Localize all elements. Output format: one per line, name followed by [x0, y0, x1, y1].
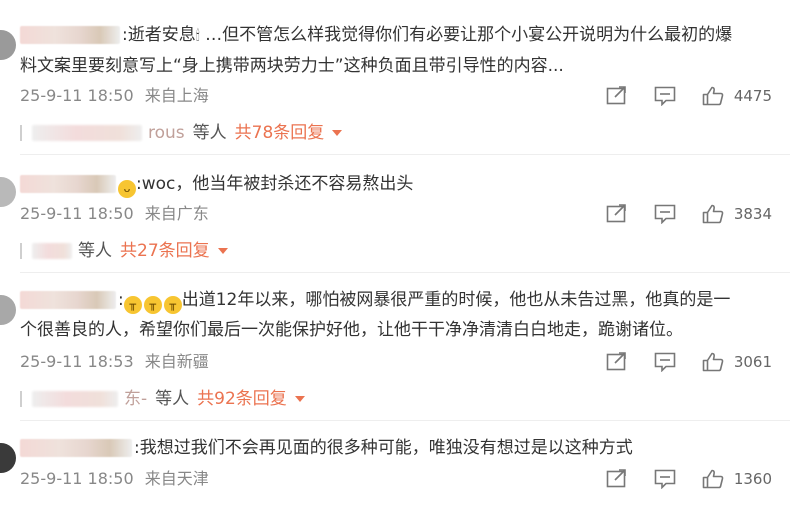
comment-item: : ╥ ╥ ╥ 出道12年以来，哪怕被网暴很严重的时候，他也从未告过黑，他真的是一 个很…	[0, 273, 790, 423]
location: 来自上海	[144, 86, 209, 105]
reply-names-blurred	[32, 243, 72, 259]
like-button[interactable]: 4475	[702, 86, 772, 106]
share-button[interactable]	[606, 469, 628, 489]
comment-icon	[654, 204, 676, 224]
crying-emoji-icon: ╥	[163, 296, 182, 314]
username-blurred[interactable]	[20, 26, 120, 44]
comment-text: : ╥ ╥ ╥ 出道12年以来，哪怕被网暴很严重的时候，他也从未告过黑，他真的是一 个很…	[20, 290, 731, 340]
reply-summary[interactable]: 东- 等人 共92条回复	[20, 386, 305, 412]
comment-icon	[654, 352, 676, 372]
comment-meta: 25-9-11 18:50 来自上海	[20, 84, 215, 108]
reply-summary[interactable]: rous 等人 共78条回复	[20, 120, 343, 146]
timestamp: 25-9-11 18:50	[20, 469, 134, 488]
share-icon	[606, 204, 626, 223]
comment-meta: 25-9-11 18:50 来自天津	[20, 467, 215, 491]
comment-icon	[654, 86, 676, 106]
comment-meta: 25-9-11 18:50 来自广东	[20, 202, 215, 226]
comment-button[interactable]	[654, 204, 676, 224]
share-button[interactable]	[606, 86, 628, 106]
like-button[interactable]: 3834	[702, 204, 772, 224]
crying-emoji-icon: ╥	[123, 296, 142, 314]
timestamp: 25-9-11 18:50	[20, 86, 134, 105]
share-icon	[606, 469, 626, 488]
like-icon	[702, 86, 724, 106]
avatar[interactable]	[0, 295, 16, 325]
location: 来自天津	[144, 469, 209, 488]
expand-caret-icon	[332, 130, 343, 136]
comment-text: :我想过我们不会再见面的很多种可能，唯独没有想过是以这种方式	[20, 433, 772, 463]
comment-button[interactable]	[654, 352, 676, 372]
reply-bar	[20, 391, 22, 407]
username-blurred[interactable]	[20, 439, 132, 457]
username-blurred[interactable]	[20, 291, 116, 309]
like-count: 3834	[733, 205, 772, 223]
avatar[interactable]	[0, 177, 16, 207]
like-icon	[702, 352, 724, 372]
emoji-icon: ᴗ	[118, 180, 136, 198]
share-button[interactable]	[606, 204, 628, 224]
reply-names-blurred	[32, 391, 118, 407]
avatar[interactable]	[0, 30, 16, 60]
like-icon	[702, 204, 724, 224]
username-blurred[interactable]	[20, 175, 116, 193]
comment-actions: 3061	[580, 350, 772, 374]
reply-etc: 等人	[155, 389, 190, 409]
timestamp: 25-9-11 18:50	[20, 204, 134, 223]
like-button[interactable]: 3061	[702, 352, 772, 372]
comment-actions: 4475	[580, 84, 772, 108]
comment-text: :逝者安息🕯 …但不管怎么样我觉得你们有必要让那个小宴公开说明为什么最初的爆 料…	[20, 25, 733, 76]
comment-actions: 3834	[580, 202, 772, 226]
location: 来自新疆	[144, 352, 209, 371]
reply-name: rous	[148, 123, 185, 143]
timestamp: 25-9-11 18:53	[20, 352, 134, 371]
comment-button[interactable]	[654, 86, 676, 106]
reply-bar	[20, 125, 22, 141]
comment-actions: 1360	[580, 467, 772, 491]
comment-text: ᴗ:woc，他当年被封杀还不容易熬出头	[20, 169, 772, 199]
share-button[interactable]	[606, 352, 628, 372]
like-count: 3061	[733, 353, 772, 371]
like-count: 1360	[733, 470, 772, 488]
comment-icon	[654, 469, 676, 489]
reply-etc: 等人	[192, 123, 227, 143]
share-icon	[606, 352, 626, 371]
reply-total[interactable]: 共27条回复	[120, 238, 228, 264]
like-icon	[702, 469, 724, 489]
reply-total[interactable]: 共92条回复	[197, 386, 305, 412]
avatar[interactable]	[0, 443, 16, 473]
share-icon	[606, 86, 626, 105]
reply-total[interactable]: 共78条回复	[235, 120, 343, 146]
location: 来自广东	[144, 204, 209, 223]
expand-caret-icon	[217, 248, 228, 254]
crying-emoji-icon: ╥	[143, 296, 162, 314]
reply-etc: 等人	[78, 241, 112, 261]
comment-meta: 25-9-11 18:53 来自新疆	[20, 350, 215, 374]
reply-summary[interactable]: 等人 共27条回复	[20, 238, 228, 264]
reply-bar	[20, 243, 22, 259]
comment-item: :我想过我们不会再见面的很多种可能，唯独没有想过是以这种方式 25-9-11 1…	[0, 421, 790, 509]
comment-item: :逝者安息🕯 …但不管怎么样我觉得你们有必要让那个小宴公开说明为什么最初的爆 料…	[0, 0, 790, 160]
like-button[interactable]: 1360	[702, 469, 772, 489]
comment-button[interactable]	[654, 469, 676, 489]
reply-name: 东-	[124, 389, 148, 409]
comment-item: ᴗ:woc，他当年被封杀还不容易熬出头 25-9-11 18:50 来自广东 3…	[0, 155, 790, 275]
reply-names-blurred	[32, 125, 142, 141]
expand-caret-icon	[294, 396, 305, 402]
like-count: 4475	[733, 87, 772, 105]
